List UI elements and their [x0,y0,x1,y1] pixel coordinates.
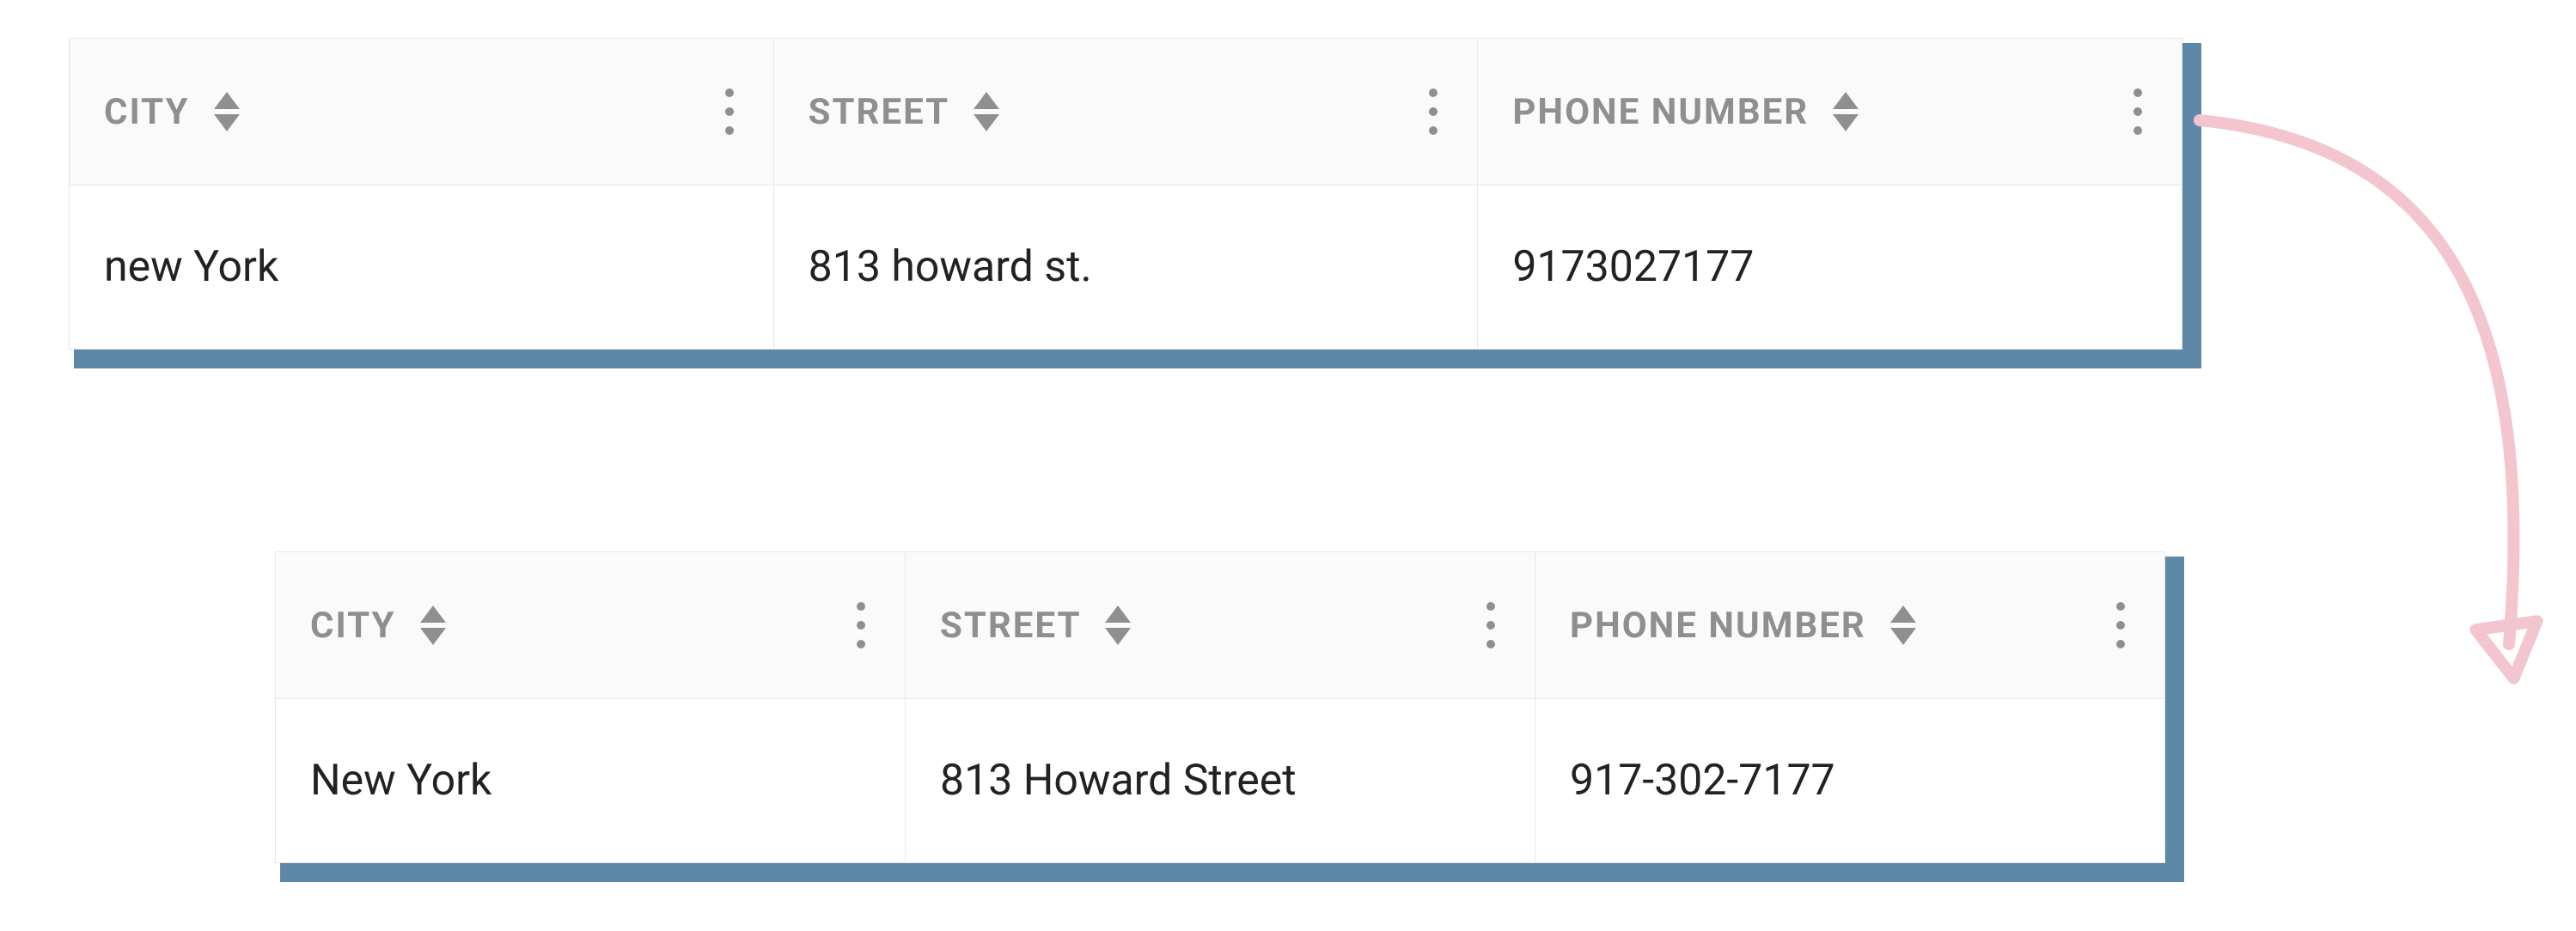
kebab-icon[interactable] [1424,83,1443,140]
table-row: new York 813 howard st. 9173027177 [70,186,2182,349]
column-header-street[interactable]: STREET [774,39,1479,185]
column-header-label: PHONE NUMBER [1512,91,1809,133]
table-row: New York 813 Howard Street 917-302-7177 [276,699,2164,862]
kebab-icon[interactable] [852,597,870,654]
column-header-city[interactable]: CITY [70,39,774,185]
cell-phone: 917-302-7177 [1535,699,2164,862]
cell-street: 813 Howard Street [906,699,1535,862]
column-header-city[interactable]: CITY [276,552,906,698]
column-header-phone[interactable]: PHONE NUMBER [1478,39,2182,185]
cell-city: new York [70,186,774,349]
kebab-icon[interactable] [2111,597,2130,654]
after-table: CITY STREET [275,551,2165,863]
kebab-icon[interactable] [1481,597,1500,654]
transform-arrow-icon [2148,112,2552,713]
column-header-phone[interactable]: PHONE NUMBER [1535,552,2164,698]
column-header-street[interactable]: STREET [906,552,1535,698]
column-header-label: STREET [940,605,1081,647]
kebab-icon[interactable] [720,83,739,140]
cell-city: New York [276,699,906,862]
cell-phone: 9173027177 [1478,186,2182,349]
before-table: CITY STREET [69,38,2182,350]
sort-icon[interactable] [420,605,446,645]
table-header-row: CITY STREET [70,39,2182,186]
table-header-row: CITY STREET [276,552,2164,699]
column-header-label: CITY [310,605,396,647]
sort-icon[interactable] [1833,92,1859,131]
sort-icon[interactable] [1105,605,1131,645]
sort-icon[interactable] [214,92,240,131]
column-header-label: STREET [809,91,949,133]
column-header-label: CITY [104,91,190,133]
column-header-label: PHONE NUMBER [1570,605,1866,647]
cell-street: 813 howard st. [774,186,1479,349]
kebab-icon[interactable] [2128,83,2147,140]
sort-icon[interactable] [974,92,999,131]
sort-icon[interactable] [1890,605,1916,645]
